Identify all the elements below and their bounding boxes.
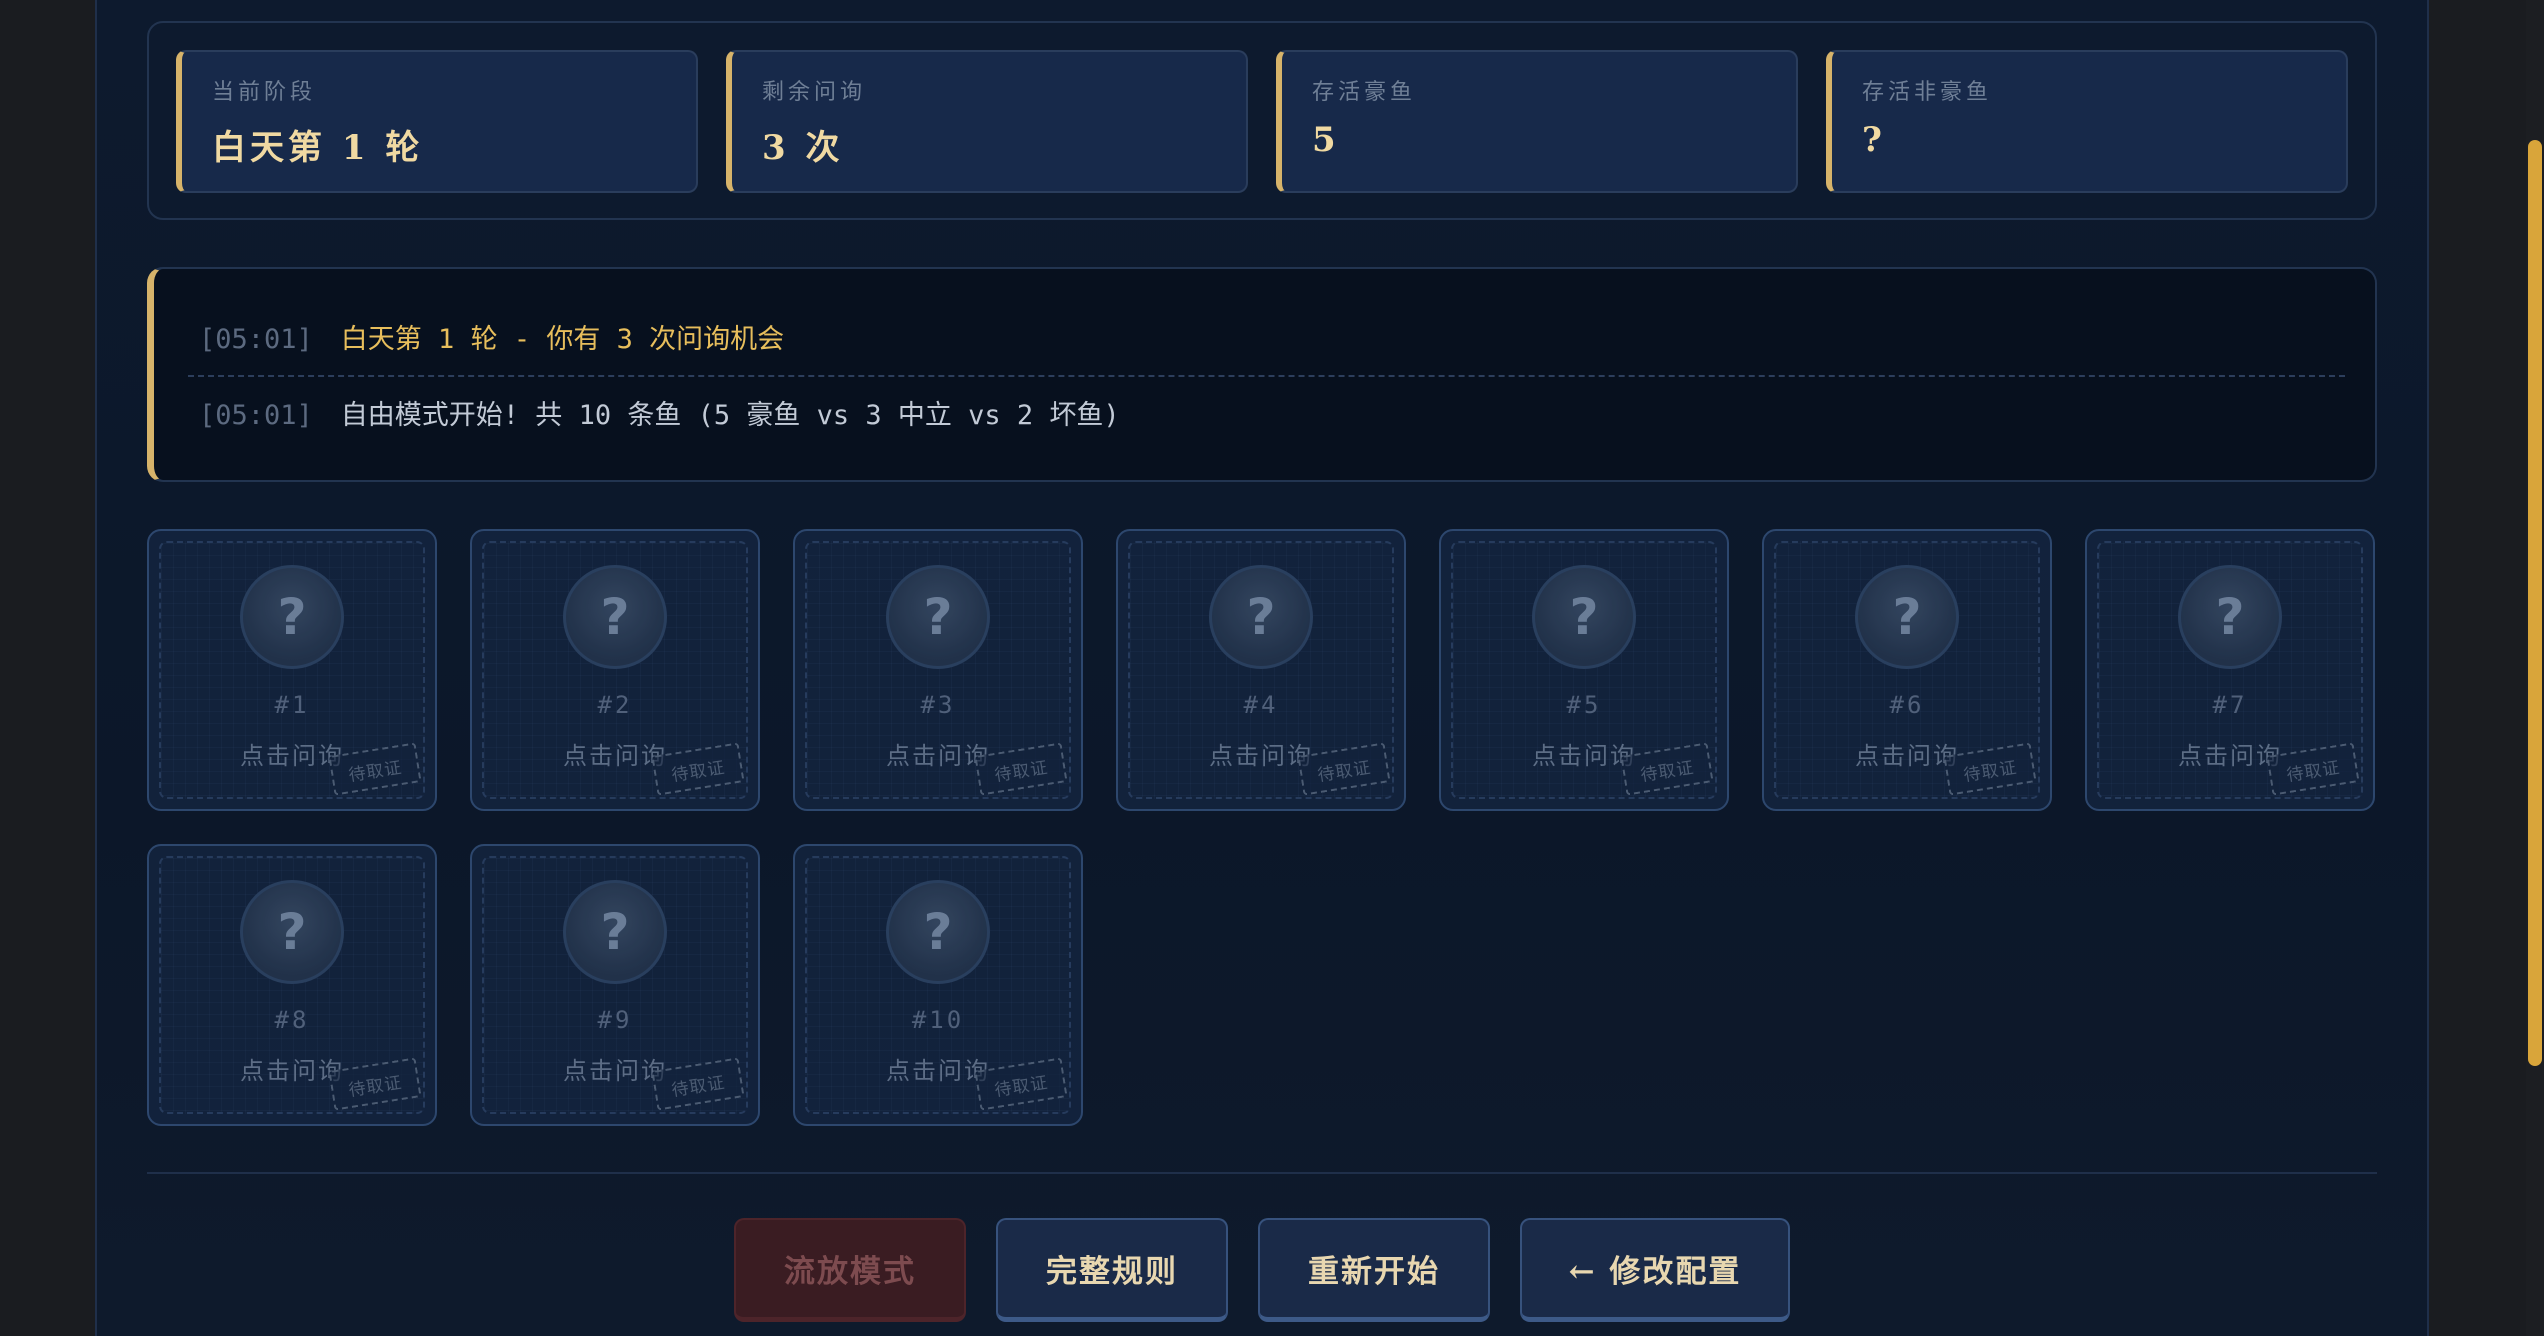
stat-value: 5: [1312, 120, 1340, 160]
fish-number: #8: [274, 1006, 310, 1034]
stat-label: 存活非豪鱼: [1862, 80, 1993, 105]
stat-current-phase: 当前阶段 白天第 1 轮: [176, 50, 698, 193]
unknown-fish-avatar: ?: [1532, 565, 1636, 669]
unknown-fish-avatar: ?: [1855, 565, 1959, 669]
fish-card[interactable]: ? #6 点击问询 待取证: [1762, 529, 2052, 811]
fish-number: #1: [274, 691, 310, 719]
unknown-fish-avatar: ?: [563, 880, 667, 984]
fish-card[interactable]: ? #10 点击问询 待取证: [793, 844, 1083, 1126]
stat-remaining-inquiries: 剩余问询 3 次: [726, 50, 1248, 193]
game-log: [05:01] 白天第 1 轮 - 你有 3 次问询机会 [05:01] 自由模式开…: [147, 267, 2377, 482]
unknown-fish-avatar: ?: [2178, 565, 2282, 669]
edit-config-button[interactable]: ← 修改配置: [1520, 1218, 1790, 1322]
scrollbar[interactable]: [2526, 0, 2544, 1336]
fish-number: #10: [911, 1006, 965, 1034]
unknown-fish-avatar: ?: [240, 565, 344, 669]
log-entry: [05:01] 自由模式开始! 共 10 条鱼 (5 豪鱼 vs 3 中立 vs …: [199, 393, 1120, 433]
unknown-fish-avatar: ?: [563, 565, 667, 669]
log-entry: [05:01] 白天第 1 轮 - 你有 3 次问询机会: [199, 317, 784, 357]
fish-card[interactable]: ? #3 点击问询 待取证: [793, 529, 1083, 811]
fish-card[interactable]: ? #9 点击问询 待取证: [470, 844, 760, 1126]
fish-number: #6: [1889, 691, 1925, 719]
stat-value: ?: [1862, 120, 1886, 160]
stat-alive-non-good-fish: 存活非豪鱼 ?: [1826, 50, 2348, 193]
exile-mode-button[interactable]: 流放模式: [734, 1218, 966, 1322]
log-divider: [188, 375, 2345, 377]
stat-value: 白天第 1 轮: [212, 128, 424, 168]
fish-number: #4: [1243, 691, 1279, 719]
fish-number: #5: [1566, 691, 1602, 719]
full-rules-button[interactable]: 完整规则: [996, 1218, 1228, 1322]
fish-card[interactable]: ? #2 点击问询 待取证: [470, 529, 760, 811]
fish-number: #2: [597, 691, 633, 719]
fish-card[interactable]: ? #5 点击问询 待取证: [1439, 529, 1729, 811]
stat-label: 当前阶段: [212, 80, 317, 105]
stat-alive-good-fish: 存活豪鱼 5: [1276, 50, 1798, 193]
fish-number: #3: [920, 691, 956, 719]
unknown-fish-avatar: ?: [886, 565, 990, 669]
section-divider: [147, 1172, 2377, 1174]
stats-panel: 当前阶段 白天第 1 轮 剩余问询 3 次 存活豪鱼 5 存活非豪鱼 ?: [147, 21, 2377, 220]
fish-number: #7: [2212, 691, 2248, 719]
log-text: 白天第 1 轮 - 你有 3 次问询机会: [340, 324, 785, 355]
unknown-fish-avatar: ?: [1209, 565, 1313, 669]
log-text: 自由模式开始! 共 10 条鱼 (5 豪鱼 vs 3 中立 vs 2 坏鱼): [340, 400, 1120, 431]
restart-button[interactable]: 重新开始: [1258, 1218, 1490, 1322]
fish-card[interactable]: ? #1 点击问询 待取证: [147, 529, 437, 811]
stat-label: 存活豪鱼: [1312, 80, 1417, 105]
fish-card[interactable]: ? #7 点击问询 待取证: [2085, 529, 2375, 811]
unknown-fish-avatar: ?: [886, 880, 990, 984]
stat-label: 剩余问询: [762, 80, 867, 105]
unknown-fish-avatar: ?: [240, 880, 344, 984]
scrollbar-thumb[interactable]: [2528, 140, 2542, 1066]
stat-value: 3 次: [762, 128, 844, 168]
fish-number: #9: [597, 1006, 633, 1034]
fish-card[interactable]: ? #8 点击问询 待取证: [147, 844, 437, 1126]
fish-card[interactable]: ? #4 点击问询 待取证: [1116, 529, 1406, 811]
log-timestamp: [05:01]: [199, 324, 313, 355]
log-timestamp: [05:01]: [199, 400, 313, 431]
